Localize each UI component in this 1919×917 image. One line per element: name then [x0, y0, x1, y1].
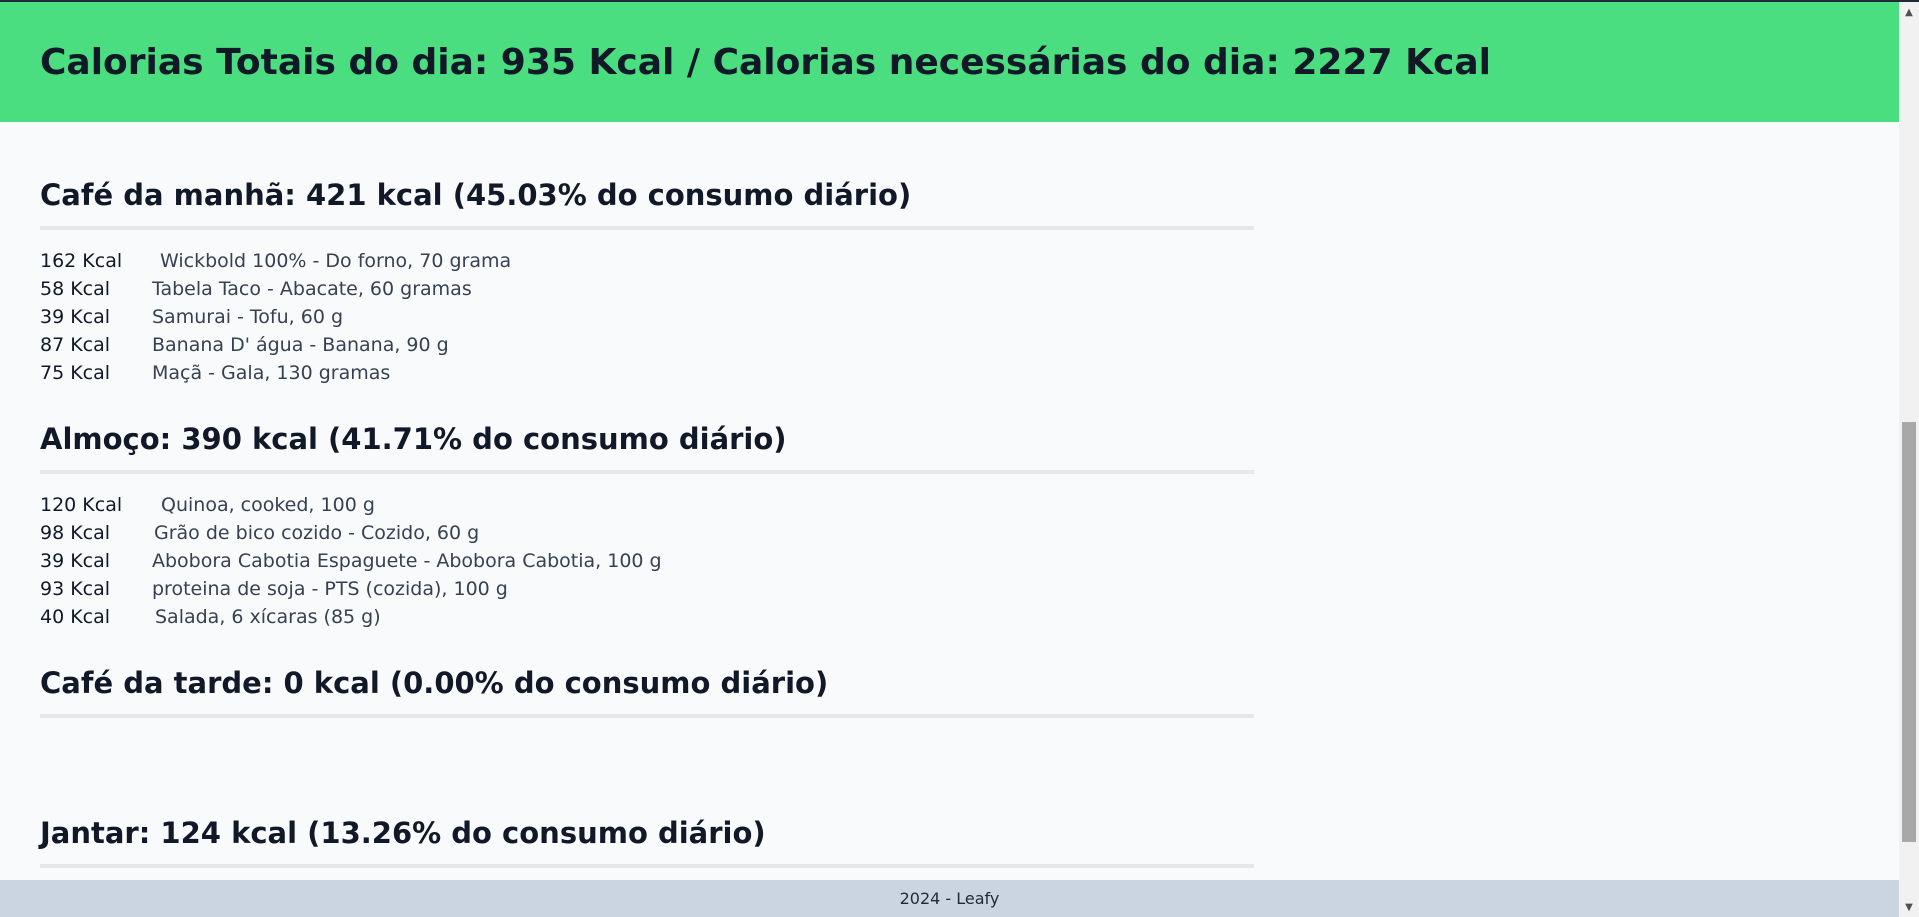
food-item-description: Grão de bico cozido - Cozido, 60 g: [154, 522, 480, 544]
food-item-description: Wickbold 100% - Do forno, 70 grama: [160, 250, 512, 272]
page-footer: 2024 - Leafy: [0, 880, 1899, 917]
food-item-kcal: 120 Kcal: [40, 494, 123, 516]
food-list-afternoon-snack: [40, 718, 1254, 781]
food-item-kcal: 39 Kcal: [40, 306, 111, 328]
scroll-down-arrow-icon[interactable]: ▼: [1899, 897, 1919, 917]
meal-divider: [40, 470, 1254, 474]
food-item-description: Abobora Cabotia Espaguete - Abobora Cabo…: [152, 550, 662, 572]
meal-afternoon-snack: Café da tarde: 0 kcal (0.00% do consumo …: [40, 663, 1254, 781]
food-list-lunch: 120 Kcal Quinoa, cooked, 100 g 98 Kcal G…: [40, 491, 1254, 631]
food-item-description: Tabela Taco - Abacate, 60 gramas: [152, 278, 472, 300]
food-item: 39 Kcal Abobora Cabotia Espaguete - Abob…: [40, 547, 1254, 575]
food-item: 39 Kcal Samurai - Tofu, 60 g: [40, 303, 1254, 331]
footer-copyright: 2024 - Leafy: [899, 889, 1000, 908]
meal-title-dinner: Jantar: 124 kcal (13.26% do consumo diár…: [40, 816, 766, 850]
food-item-kcal: 58 Kcal: [40, 278, 111, 300]
food-item-kcal: 40 Kcal: [40, 606, 111, 628]
food-item-description: proteina de soja - PTS (cozida), 100 g: [152, 578, 508, 600]
food-item-description: Samurai - Tofu, 60 g: [152, 306, 344, 328]
food-item-description: Banana D' água - Banana, 90 g: [152, 334, 449, 356]
food-item-kcal: 87 Kcal: [40, 334, 111, 356]
food-item: 93 Kcal proteina de soja - PTS (cozida),…: [40, 575, 1254, 603]
scroll-up-arrow-icon[interactable]: ▲: [1899, 2, 1919, 22]
meal-dinner: Jantar: 124 kcal (13.26% do consumo diár…: [40, 813, 1254, 868]
app-viewport: Calorias Totais do dia: 935 Kcal / Calor…: [0, 0, 1919, 917]
meal-title-lunch: Almoço: 390 kcal (41.71% do consumo diár…: [40, 422, 787, 456]
meals-section: Café da manhã: 421 kcal (45.03% do consu…: [40, 122, 1254, 868]
food-item-description: Salada, 6 xícaras (85 g): [155, 606, 381, 628]
food-item-description: Maçã - Gala, 130 gramas: [152, 362, 391, 384]
food-item-kcal: 39 Kcal: [40, 550, 111, 572]
meal-title-afternoon-snack: Café da tarde: 0 kcal (0.00% do consumo …: [40, 666, 829, 700]
food-item: 58 Kcal Tabela Taco - Abacate, 60 gramas: [40, 275, 1254, 303]
food-item: 98 Kcal Grão de bico cozido - Cozido, 60…: [40, 519, 1254, 547]
food-item: 162 Kcal Wickbold 100% - Do forno, 70 gr…: [40, 247, 1254, 275]
food-item-kcal: 162 Kcal: [40, 250, 123, 272]
food-item: 120 Kcal Quinoa, cooked, 100 g: [40, 491, 1254, 519]
food-item: 75 Kcal Maçã - Gala, 130 gramas: [40, 359, 1254, 387]
food-item: 40 Kcal Salada, 6 xícaras (85 g): [40, 603, 1254, 631]
meal-lunch: Almoço: 390 kcal (41.71% do consumo diár…: [40, 419, 1254, 631]
food-item-description: Quinoa, cooked, 100 g: [161, 494, 375, 516]
meal-divider: [40, 864, 1254, 868]
meal-title-breakfast: Café da manhã: 421 kcal (45.03% do consu…: [40, 178, 912, 212]
meal-divider: [40, 226, 1254, 230]
daily-summary-header: Calorias Totais do dia: 935 Kcal / Calor…: [0, 2, 1899, 122]
food-list-breakfast: 162 Kcal Wickbold 100% - Do forno, 70 gr…: [40, 247, 1254, 387]
food-item-kcal: 93 Kcal: [40, 578, 111, 600]
food-item-kcal: 75 Kcal: [40, 362, 111, 384]
food-item-kcal: 98 Kcal: [40, 522, 111, 544]
scroll-thumb[interactable]: [1902, 422, 1916, 842]
daily-calorie-summary: Calorias Totais do dia: 935 Kcal / Calor…: [40, 41, 1491, 83]
food-item: 87 Kcal Banana D' água - Banana, 90 g: [40, 331, 1254, 359]
meal-breakfast: Café da manhã: 421 kcal (45.03% do consu…: [40, 175, 1254, 387]
vertical-scrollbar[interactable]: ▲ ▼: [1899, 2, 1919, 917]
